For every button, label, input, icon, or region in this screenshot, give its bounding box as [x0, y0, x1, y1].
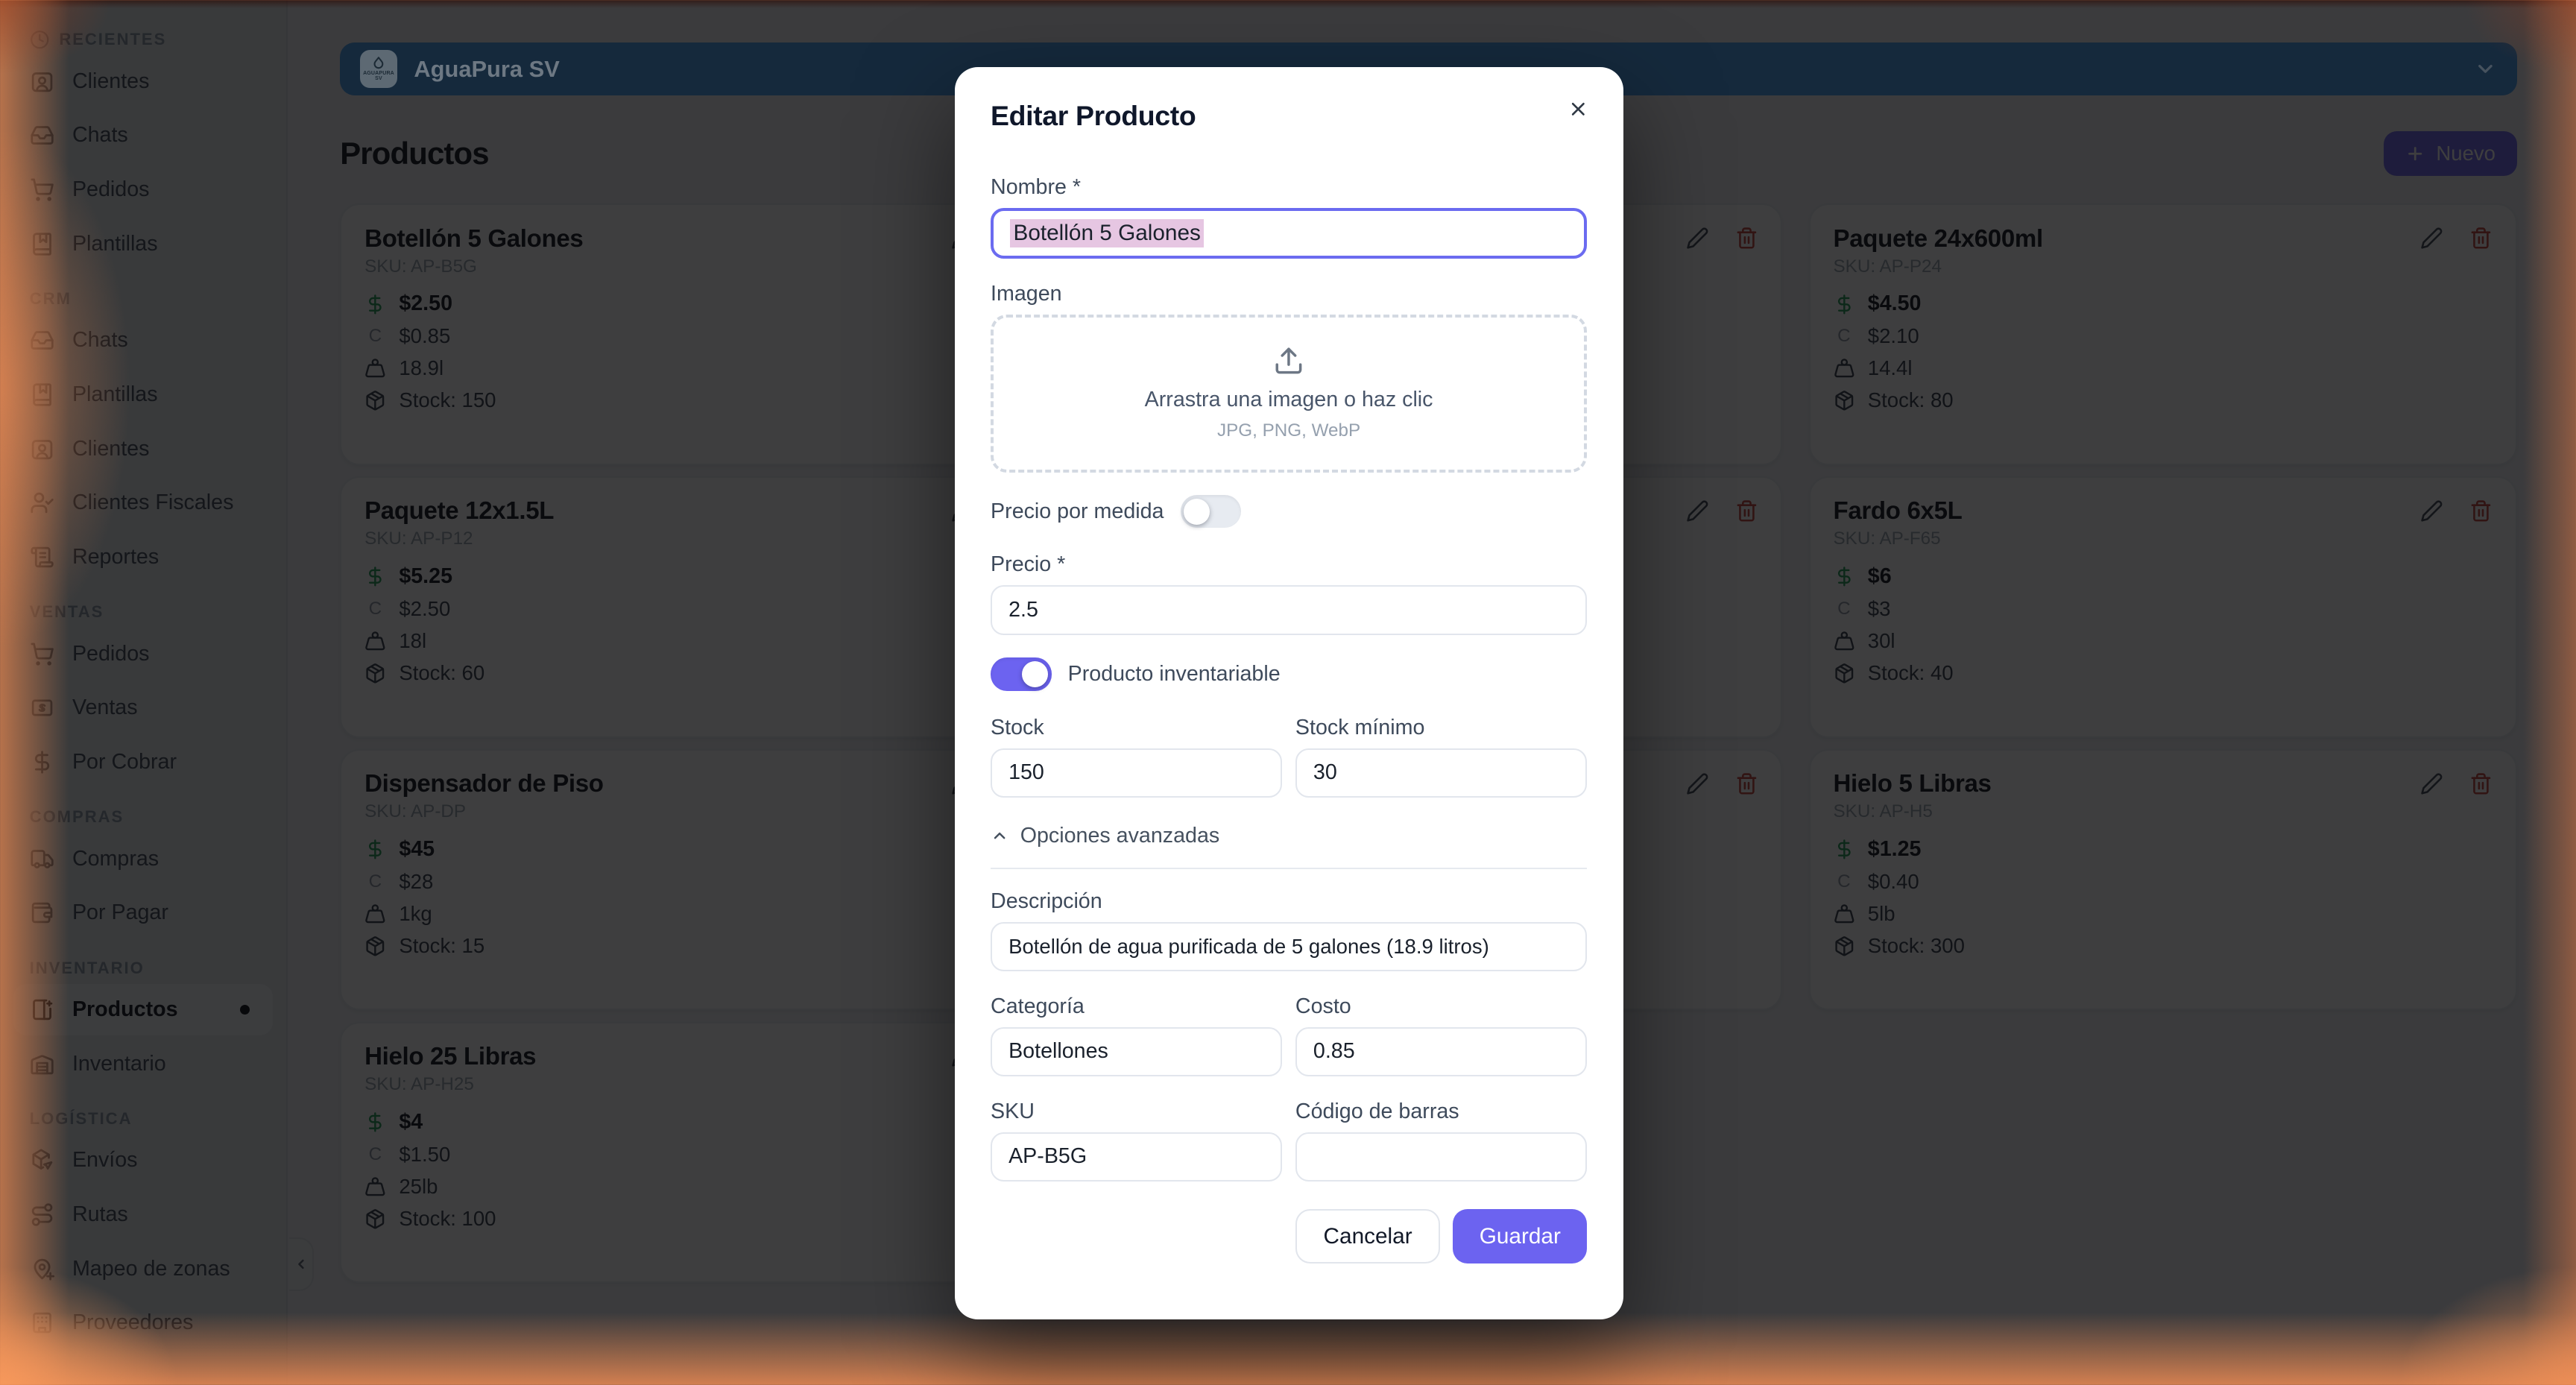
precio-label: Precio * — [991, 552, 1587, 577]
field-precio: Precio * — [991, 552, 1587, 634]
droplet-icon — [371, 56, 386, 71]
stock-label: Stock — [991, 716, 1282, 740]
precio-por-medida-toggle[interactable] — [1181, 495, 1242, 528]
precio-input[interactable] — [991, 585, 1587, 634]
field-nombre: Nombre * Botellón 5 Galones — [991, 175, 1587, 259]
chevron-down-icon[interactable] — [2474, 57, 2497, 81]
toggle-knob — [1184, 499, 1210, 525]
categoria-label: Categoría — [991, 994, 1282, 1019]
codigo-barras-input[interactable] — [1295, 1132, 1587, 1181]
inventariable-label: Producto inventariable — [1068, 662, 1281, 687]
opciones-avanzadas-label: Opciones avanzadas — [1020, 824, 1220, 848]
nombre-label: Nombre * — [991, 175, 1587, 200]
costo-label: Costo — [1295, 994, 1587, 1019]
chevron-up-icon — [991, 827, 1008, 845]
costo-input[interactable] — [1295, 1027, 1587, 1076]
field-codigo-barras: Código de barras — [1295, 1100, 1587, 1181]
close-icon — [1568, 98, 1589, 120]
field-categoria: Categoría — [991, 994, 1282, 1076]
opciones-avanzadas-toggle[interactable]: Opciones avanzadas — [991, 824, 1587, 848]
edit-product-modal: Editar Producto Nombre * Botellón 5 Galo… — [955, 67, 1623, 1319]
toggle-knob — [1022, 661, 1048, 687]
field-stock-minimo: Stock mínimo — [1295, 716, 1587, 798]
save-button[interactable]: Guardar — [1453, 1209, 1587, 1263]
categoria-input[interactable] — [991, 1027, 1282, 1076]
field-sku: SKU — [991, 1100, 1282, 1181]
stock-minimo-input[interactable] — [1295, 748, 1587, 798]
precio-por-medida-label: Precio por medida — [991, 499, 1164, 524]
cancel-button[interactable]: Cancelar — [1295, 1209, 1440, 1263]
workspace-name: AguaPura SV — [414, 56, 559, 83]
descripcion-label: Descripción — [991, 889, 1587, 914]
field-costo: Costo — [1295, 994, 1587, 1076]
modal-footer: Cancelar Guardar — [991, 1209, 1587, 1263]
field-imagen: Imagen Arrastra una imagen o haz clic JP… — [991, 282, 1587, 473]
sku-input[interactable] — [991, 1132, 1282, 1181]
codigo-barras-label: Código de barras — [1295, 1100, 1587, 1124]
screen: RECIENTES Clientes Chats Pedidos Plantil… — [0, 0, 2576, 1385]
stock-input[interactable] — [991, 748, 1282, 798]
stock-row: Stock Stock mínimo — [991, 716, 1587, 798]
field-descripcion: Descripción — [991, 889, 1587, 971]
divider — [991, 868, 1587, 869]
nombre-selected-text: Botellón 5 Galones — [1010, 219, 1204, 247]
stock-minimo-label: Stock mínimo — [1295, 716, 1587, 740]
categoria-costo-row: Categoría Costo — [991, 994, 1587, 1076]
upload-icon — [1273, 345, 1304, 376]
image-dropzone[interactable]: Arrastra una imagen o haz clic JPG, PNG,… — [991, 315, 1587, 473]
app-logo: AGUAPURA SV — [360, 50, 398, 88]
sku-label: SKU — [991, 1100, 1282, 1124]
imagen-label: Imagen — [991, 282, 1587, 306]
dropzone-text: Arrastra una imagen o haz clic — [1145, 388, 1433, 412]
sku-codigo-row: SKU Código de barras — [991, 1100, 1587, 1181]
field-stock: Stock — [991, 716, 1282, 798]
close-button[interactable] — [1564, 95, 1591, 123]
modal-title: Editar Producto — [991, 100, 1587, 132]
nombre-input[interactable]: Botellón 5 Galones — [991, 208, 1587, 259]
dropzone-formats: JPG, PNG, WebP — [1217, 420, 1360, 441]
inventariable-row: Producto inventariable — [991, 657, 1587, 690]
app-logo-text: AGUAPURA SV — [360, 71, 398, 82]
precio-por-medida-row: Precio por medida — [991, 495, 1587, 528]
inventariable-toggle[interactable] — [991, 657, 1052, 690]
descripcion-input[interactable] — [991, 922, 1587, 971]
